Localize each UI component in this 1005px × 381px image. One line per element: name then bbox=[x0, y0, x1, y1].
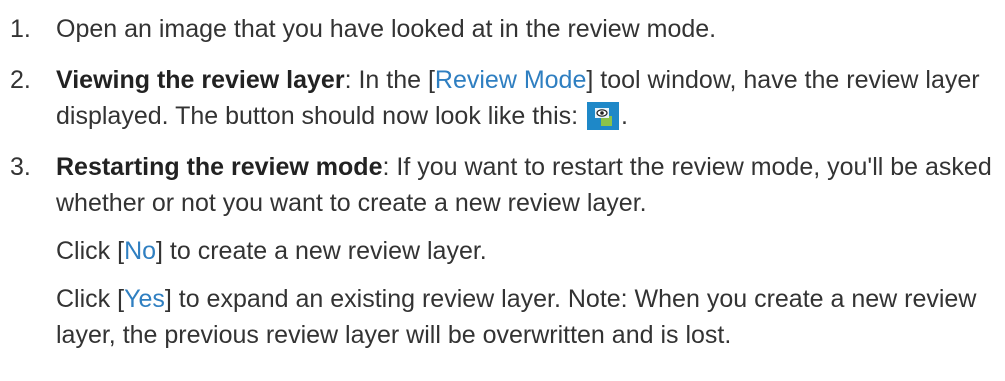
step-main: Restarting the review mode: If you want … bbox=[56, 149, 1005, 221]
option-no: Click [No] to create a new review layer. bbox=[56, 233, 1005, 269]
step-1: 1. Open an image that you have looked at… bbox=[0, 11, 1005, 47]
step-title: Viewing the review layer bbox=[56, 66, 345, 94]
option-text: Click [ bbox=[56, 237, 125, 265]
step-number: 1. bbox=[10, 15, 31, 43]
no-button-link[interactable]: No bbox=[124, 237, 156, 265]
review-mode-link[interactable]: Review Mode bbox=[435, 66, 586, 94]
option-text: ] to create a new review layer. bbox=[156, 237, 487, 265]
step-text: : In the [ bbox=[344, 66, 435, 94]
step-text: . bbox=[621, 102, 628, 130]
step-2: 2. Viewing the review layer: In the [Rev… bbox=[0, 62, 1005, 134]
instruction-list: 1. Open an image that you have looked at… bbox=[0, 0, 1005, 353]
review-layer-eye-icon bbox=[587, 102, 620, 130]
yes-button-link[interactable]: Yes bbox=[124, 285, 165, 313]
option-text: ] to expand an existing review layer. No… bbox=[56, 285, 977, 349]
step-number: 3. bbox=[10, 153, 31, 181]
step-title: Restarting the review mode bbox=[56, 153, 383, 181]
step-3: 3. Restarting the review mode: If you wa… bbox=[0, 149, 1005, 353]
step-text: Open an image that you have looked at in… bbox=[56, 15, 717, 43]
option-yes: Click [Yes] to expand an existing review… bbox=[56, 281, 1005, 353]
step-number: 2. bbox=[10, 66, 31, 94]
option-text: Click [ bbox=[56, 285, 125, 313]
